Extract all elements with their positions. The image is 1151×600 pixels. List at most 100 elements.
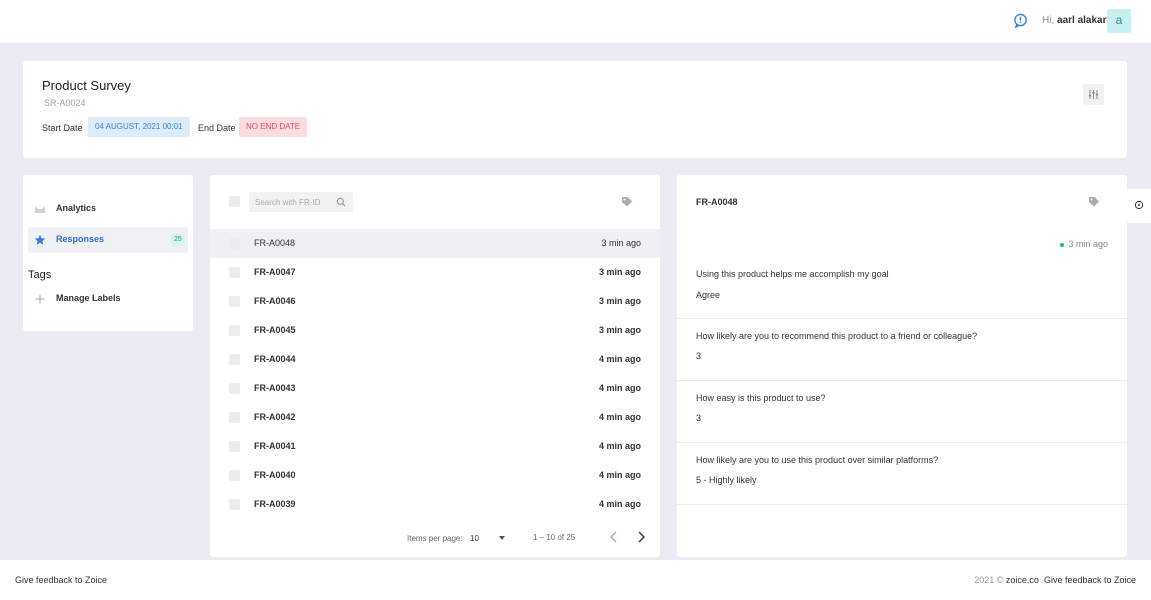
sidebar-item-label: Manage Labels bbox=[56, 293, 121, 303]
inbox-icon bbox=[35, 206, 45, 213]
response-time: 3 min ago bbox=[598, 267, 641, 277]
detail-time: 3 min ago bbox=[1060, 239, 1108, 249]
question-text: How likely are you to recommend this pro… bbox=[696, 331, 978, 341]
table-row[interactable]: FR-A0041 4 min ago bbox=[210, 432, 660, 461]
responses-count-badge: 25 bbox=[171, 234, 185, 246]
start-date-label: Start Date bbox=[42, 123, 83, 133]
table-row[interactable]: FR-A0043 4 min ago bbox=[210, 374, 660, 403]
search-icon[interactable] bbox=[336, 197, 346, 207]
pagination-range: 1 – 10 of 25 bbox=[533, 533, 576, 542]
row-checkbox[interactable] bbox=[229, 441, 240, 452]
sidebar-item-label: Analytics bbox=[56, 203, 97, 213]
table-row[interactable]: FR-A0040 4 min ago bbox=[210, 461, 660, 490]
avatar[interactable]: a bbox=[1107, 9, 1131, 33]
response-id: FR-A0048 bbox=[254, 238, 296, 248]
chat-tab-button[interactable] bbox=[1127, 189, 1151, 223]
response-id: FR-A0039 bbox=[254, 499, 296, 509]
response-time: 3 min ago bbox=[598, 296, 641, 306]
table-row[interactable]: FR-A0042 4 min ago bbox=[210, 403, 660, 432]
end-date-label: End Date bbox=[198, 123, 236, 133]
survey-title: Product Survey bbox=[42, 78, 131, 93]
response-id: FR-A0045 bbox=[254, 325, 296, 335]
row-checkbox[interactable] bbox=[229, 296, 240, 307]
site-link[interactable]: zoice.co bbox=[1006, 575, 1039, 585]
answer-text: 5 - Highly likely bbox=[696, 475, 757, 485]
answer-block: How likely are you to use this product o… bbox=[677, 443, 1127, 505]
row-checkbox[interactable] bbox=[229, 354, 240, 365]
manage-labels-button[interactable]: Manage Labels bbox=[28, 286, 188, 312]
sidebar-item-responses[interactable]: Responses 25 bbox=[28, 227, 188, 253]
response-time: 3 min ago bbox=[601, 238, 641, 248]
star-icon bbox=[34, 234, 46, 245]
table-row[interactable]: FR-A0048 3 min ago bbox=[210, 229, 660, 258]
question-text: Using this product helps me accomplish m… bbox=[696, 269, 889, 279]
status-dot-icon bbox=[1060, 242, 1065, 247]
row-checkbox[interactable] bbox=[229, 238, 240, 249]
detail-time-text: 3 min ago bbox=[1068, 239, 1108, 249]
response-id: FR-A0043 bbox=[254, 383, 296, 393]
table-row[interactable]: FR-A0047 3 min ago bbox=[210, 258, 660, 287]
answer-text: Agree bbox=[696, 290, 721, 300]
end-date-chip: NO END DATE bbox=[239, 117, 308, 137]
greeting-prefix: Hi, bbox=[1042, 15, 1055, 26]
items-per-page-label: Items per page: bbox=[407, 534, 463, 543]
chevron-left-icon[interactable] bbox=[609, 531, 619, 543]
items-per-page-select[interactable]: 10 bbox=[470, 534, 479, 543]
table-row[interactable]: FR-A0044 4 min ago bbox=[210, 345, 660, 374]
response-time: 4 min ago bbox=[598, 354, 641, 364]
footer: Give feedback to Zoice 2021 © zoice.co G… bbox=[0, 560, 1151, 600]
top-bar: Hi, aarl alakar a bbox=[0, 0, 1151, 44]
select-all-checkbox[interactable] bbox=[229, 196, 240, 207]
detail-response-id: FR-A0048 bbox=[696, 197, 738, 207]
start-date-chip: 04 AUGUST, 2021 00:01 bbox=[88, 117, 190, 137]
sidebar-item-analytics[interactable]: Analytics bbox=[28, 196, 188, 222]
chat-icon bbox=[1134, 200, 1144, 210]
row-checkbox[interactable] bbox=[229, 499, 240, 510]
response-id: FR-A0042 bbox=[254, 412, 296, 422]
survey-id: SR-A0024 bbox=[44, 98, 86, 108]
response-time: 4 min ago bbox=[598, 499, 641, 509]
response-time: 4 min ago bbox=[598, 383, 641, 393]
copyright-year: 2021 © bbox=[974, 575, 1004, 585]
response-id: FR-A0046 bbox=[254, 296, 296, 306]
table-row[interactable]: FR-A0039 4 min ago bbox=[210, 490, 660, 519]
response-time: 4 min ago bbox=[598, 412, 641, 422]
chevron-right-icon[interactable] bbox=[636, 531, 646, 543]
table-row[interactable]: FR-A0046 3 min ago bbox=[210, 287, 660, 316]
row-checkbox[interactable] bbox=[229, 412, 240, 423]
notification-icon[interactable] bbox=[1013, 13, 1028, 28]
plus-icon bbox=[35, 294, 45, 304]
response-id: FR-A0047 bbox=[254, 267, 296, 277]
response-time: 3 min ago bbox=[598, 325, 641, 335]
row-checkbox[interactable] bbox=[229, 470, 240, 481]
feedback-link-right[interactable]: Give feedback to Zoice bbox=[1044, 575, 1136, 585]
footer-right: 2021 © zoice.co Give feedback to Zoice bbox=[974, 575, 1136, 585]
answer-block: Using this product helps me accomplish m… bbox=[677, 255, 1127, 319]
response-time: 4 min ago bbox=[598, 470, 641, 480]
tags-heading: Tags bbox=[28, 269, 52, 281]
response-id: FR-A0044 bbox=[254, 354, 296, 364]
response-time: 4 min ago bbox=[598, 441, 641, 451]
user-greeting: Hi, aarl alakar bbox=[1042, 15, 1107, 26]
row-checkbox[interactable] bbox=[229, 325, 240, 336]
responses-list: FR-A0048 3 min ago FR-A0047 3 min ago FR… bbox=[210, 175, 660, 557]
tag-icon[interactable] bbox=[621, 196, 633, 208]
sidebar: Analytics Responses 25 Tags Manage Label… bbox=[23, 175, 193, 331]
response-detail: FR-A0048 3 min ago Using this product he… bbox=[677, 175, 1127, 557]
table-row[interactable]: FR-A0045 3 min ago bbox=[210, 316, 660, 345]
answer-text: 3 bbox=[696, 351, 702, 361]
survey-header-card: Product Survey SR-A0024 Start Date 04 AU… bbox=[23, 61, 1127, 158]
filter-settings-button[interactable] bbox=[1083, 84, 1104, 105]
row-checkbox[interactable] bbox=[229, 383, 240, 394]
sliders-icon bbox=[1088, 90, 1099, 99]
tag-icon[interactable] bbox=[1088, 196, 1100, 208]
answer-block: How easy is this product to use? 3 bbox=[677, 381, 1127, 443]
response-id: FR-A0040 bbox=[254, 470, 296, 480]
question-text: How easy is this product to use? bbox=[696, 393, 826, 403]
chevron-down-icon[interactable] bbox=[499, 536, 505, 540]
user-name: aarl alakar bbox=[1057, 15, 1107, 26]
question-text: How likely are you to use this product o… bbox=[696, 455, 939, 465]
feedback-link[interactable]: Give feedback to Zoice bbox=[15, 575, 107, 585]
response-id: FR-A0041 bbox=[254, 441, 296, 451]
row-checkbox[interactable] bbox=[229, 267, 240, 278]
